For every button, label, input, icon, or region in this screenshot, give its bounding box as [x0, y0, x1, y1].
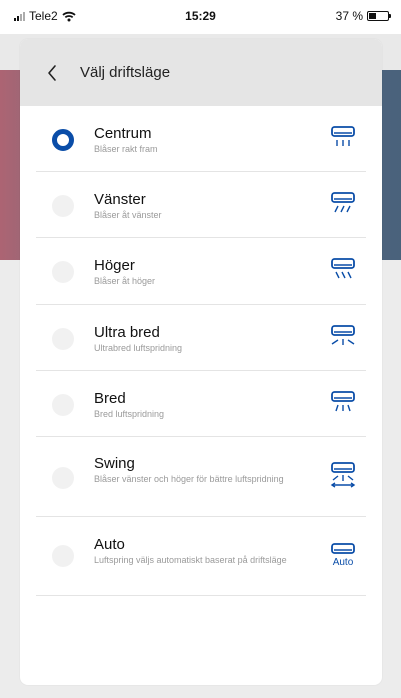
battery-percent: 37 % [335, 9, 363, 23]
mode-text: Swing Blåser vänster och höger för bättr… [94, 455, 296, 485]
mode-subtitle: Luftspring väljs automatiskt baserat på … [94, 555, 287, 565]
mode-title: Vänster [94, 191, 146, 208]
mode-text: Höger Blåser åt höger [94, 257, 296, 287]
radio-button[interactable] [52, 261, 74, 283]
status-right: 37 % [335, 9, 391, 23]
mode-text: Ultra bred Ultrabred luftspridning [94, 324, 296, 354]
mode-subtitle: Blåser vänster och höger för bättre luft… [94, 474, 284, 484]
sheet-header: Välj driftsläge [20, 39, 382, 106]
mode-item-hoger[interactable]: Höger Blåser åt höger [36, 238, 366, 305]
mode-subtitle: Bred luftspridning [94, 409, 165, 419]
ac-auto-icon: Auto [331, 543, 355, 568]
ac-wide-icon [331, 391, 355, 412]
page-title: Välj driftsläge [80, 64, 171, 81]
mode-title: Auto [94, 536, 125, 553]
radio-button[interactable] [52, 129, 74, 151]
ac-left-icon [331, 192, 355, 213]
mode-item-ultra-bred[interactable]: Ultra bred Ultrabred luftspridning [36, 305, 366, 371]
mode-item-centrum[interactable]: Centrum Blåser rakt fram [36, 106, 366, 172]
mode-subtitle: Blåser åt höger [94, 276, 156, 286]
mode-item-bred[interactable]: Bred Bred luftspridning [36, 371, 366, 437]
mode-selection-sheet: Välj driftsläge Centrum Blåser rakt fram… [20, 39, 382, 685]
radio-button[interactable] [52, 467, 74, 489]
mode-text: Auto Luftspring väljs automatiskt basera… [94, 536, 296, 566]
mode-title: Bred [94, 390, 126, 407]
mode-text: Vänster Blåser åt vänster [94, 191, 296, 221]
radio-button[interactable] [52, 394, 74, 416]
mode-title: Ultra bred [94, 324, 160, 341]
ac-swing-icon [330, 462, 356, 488]
mode-title: Höger [94, 257, 135, 274]
battery-fill [369, 13, 376, 19]
radio-button[interactable] [52, 195, 74, 217]
status-bar: Tele2 15:29 37 % [0, 0, 401, 34]
battery-icon [367, 11, 391, 21]
mode-text: Centrum Blåser rakt fram [94, 125, 296, 155]
auto-icon-label: Auto [333, 557, 354, 568]
mode-text: Bred Bred luftspridning [94, 390, 296, 420]
ac-center-icon [331, 126, 355, 146]
ac-right-icon [331, 258, 355, 279]
radio-button[interactable] [52, 328, 74, 350]
radio-button[interactable] [52, 545, 74, 567]
mode-subtitle: Blåser åt vänster [94, 210, 162, 220]
mode-title: Swing [94, 455, 135, 472]
chevron-left-icon [48, 64, 56, 81]
back-button[interactable] [20, 39, 80, 106]
ac-ultra-wide-icon [331, 325, 355, 345]
mode-list: Centrum Blåser rakt fram Vänster Blåser … [20, 106, 382, 596]
mode-item-auto[interactable]: Auto Luftspring väljs automatiskt basera… [36, 517, 366, 596]
mode-subtitle: Ultrabred luftspridning [94, 343, 183, 353]
mode-title: Centrum [94, 125, 152, 142]
mode-item-vanster[interactable]: Vänster Blåser åt vänster [36, 172, 366, 238]
mode-subtitle: Blåser rakt fram [94, 144, 158, 154]
mode-item-swing[interactable]: Swing Blåser vänster och höger för bättr… [36, 437, 366, 517]
